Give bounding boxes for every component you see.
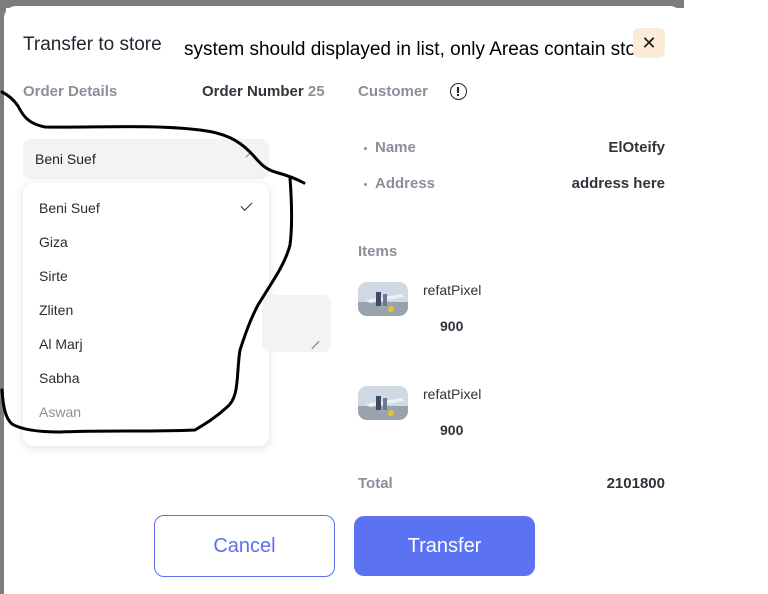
transfer-button[interactable]: Transfer (354, 516, 535, 576)
notes-textarea[interactable] (262, 295, 331, 352)
dropdown-option-giza[interactable]: Giza (39, 234, 68, 250)
dropdown-option-sabha[interactable]: Sabha (39, 370, 79, 386)
item-thumbnail-image (358, 386, 408, 420)
order-number-value: 25 (307, 83, 325, 100)
item-name: refatPixel (423, 386, 482, 402)
dropdown-option-sirte[interactable]: Sirte (39, 268, 68, 284)
check-icon (240, 198, 253, 212)
customer-name-label: Name (364, 139, 416, 156)
bullet-icon (364, 146, 367, 150)
dropdown-option-aswan[interactable]: Aswan (39, 404, 81, 420)
dialog-title: Transfer to store (23, 34, 162, 55)
items-label: Items (358, 243, 398, 260)
customer-address-value: address here (571, 175, 665, 192)
item-name: refatPixel (423, 282, 482, 298)
close-icon: ✕ (641, 32, 657, 53)
dropdown-option-beni-suef[interactable]: Beni Suef (39, 200, 100, 216)
customer-label: Customer (358, 83, 429, 100)
customer-name-value: ElOteify (608, 139, 665, 156)
cancel-button[interactable]: Cancel (154, 515, 335, 577)
order-number: Order Number 25 (202, 83, 325, 100)
customer-address-label: Address (364, 175, 435, 192)
resize-handle-icon[interactable] (311, 334, 319, 342)
area-select-value: Beni Suef (35, 151, 96, 167)
total-label: Total (358, 475, 393, 492)
chevron-up-icon (245, 151, 257, 163)
dropdown-option-al-marj[interactable]: Al Marj (39, 336, 83, 352)
order-number-label: Order Number (202, 83, 304, 100)
annotation-note: system should displayed in list, only Ar… (184, 39, 653, 60)
area-select[interactable]: Beni Suef (23, 139, 269, 179)
item-thumbnail-image (358, 282, 408, 316)
bullet-icon (364, 182, 367, 186)
order-details-label: Order Details (23, 83, 118, 100)
close-button[interactable]: ✕ (633, 28, 665, 58)
info-icon[interactable] (450, 83, 467, 100)
area-dropdown-list: Beni Suef Giza Sirte Zliten Al Marj Sabh… (23, 183, 269, 446)
dropdown-option-zliten[interactable]: Zliten (39, 302, 73, 318)
total-value: 2101800 (606, 475, 665, 492)
item-price: 900 (440, 422, 464, 438)
item-price: 900 (440, 318, 464, 334)
